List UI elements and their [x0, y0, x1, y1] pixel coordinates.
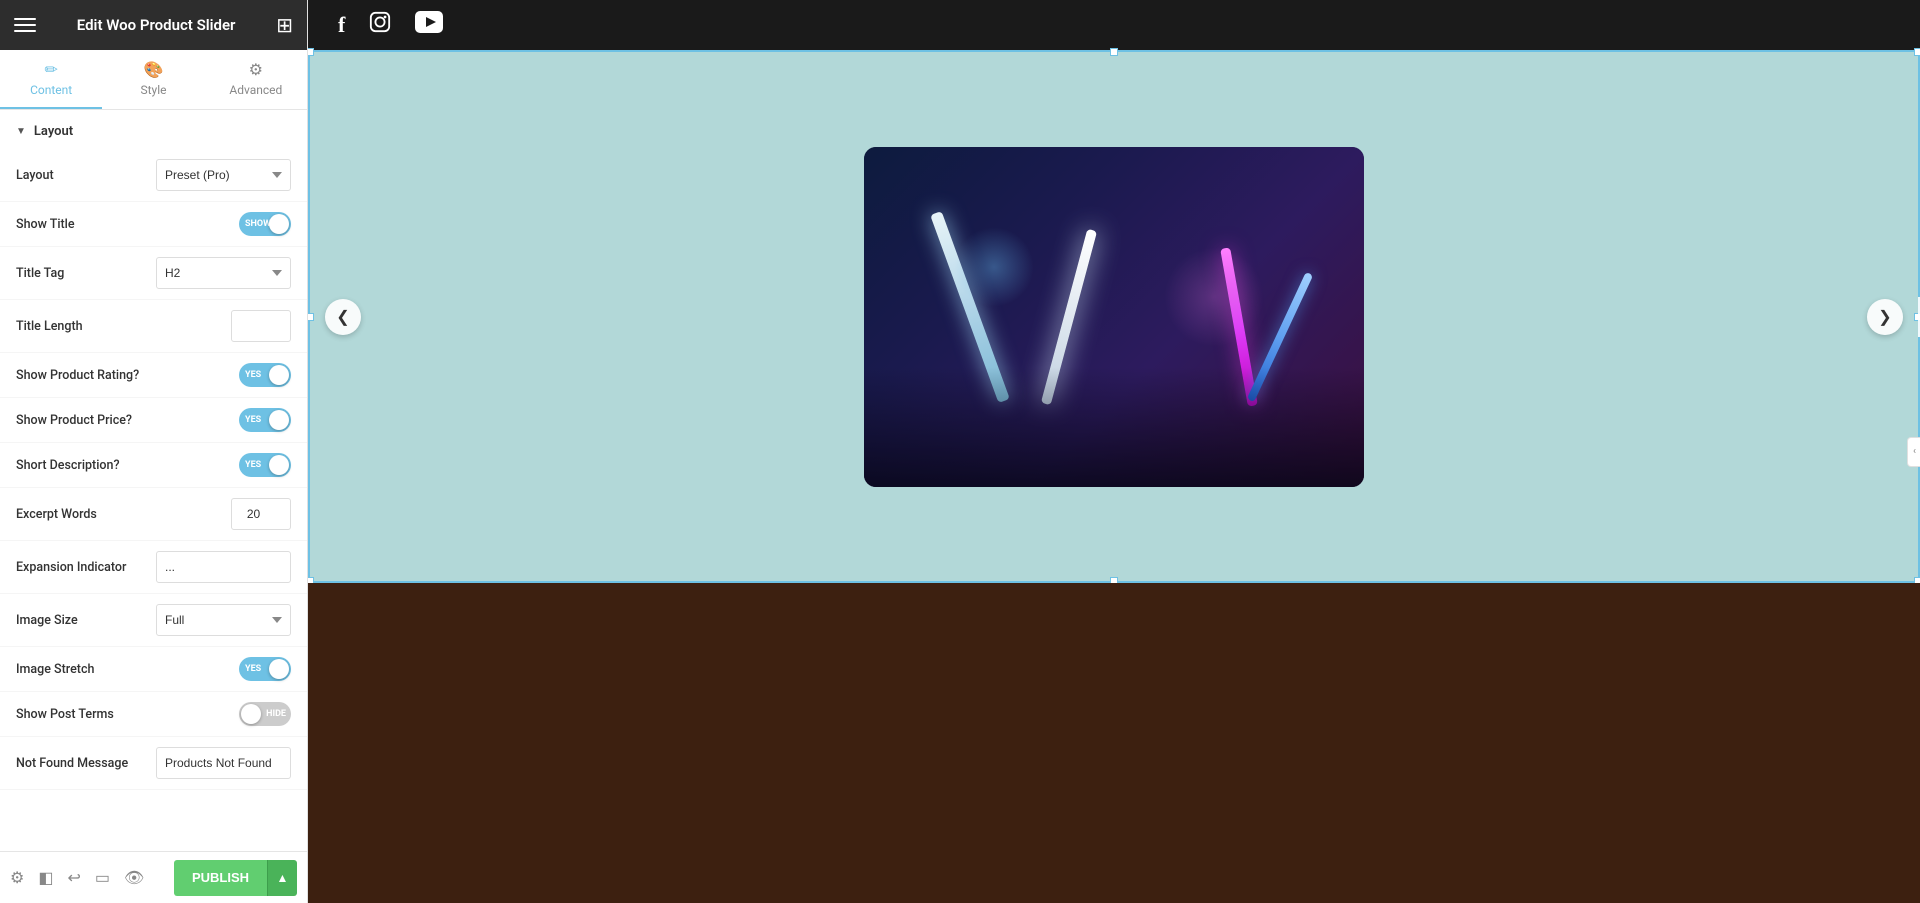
show-post-terms-knob [241, 704, 261, 724]
section-title: Layout [34, 124, 73, 139]
panel-header: Edit Woo Product Slider ⊞ [0, 0, 307, 50]
show-product-rating-toggle-label: YES [245, 370, 261, 380]
expansion-indicator-row: Expansion Indicator [0, 541, 307, 594]
selection-handle-tr[interactable] [1914, 48, 1920, 56]
layout-label: Layout [16, 168, 54, 183]
slide-nav-left[interactable]: ❮ [325, 299, 361, 335]
publish-button[interactable]: PUBLISH [174, 860, 267, 896]
bottom-icons-group: ⚙ ◧ ↩ ▭ 👁 [10, 868, 144, 887]
show-post-terms-label: Show Post Terms [16, 707, 114, 722]
tab-advanced-label: Advanced [229, 83, 282, 97]
show-title-toggle[interactable]: SHOW [239, 212, 291, 236]
excerpt-words-row: Excerpt Words [0, 488, 307, 541]
expansion-indicator-label: Expansion Indicator [16, 560, 126, 575]
instagram-icon[interactable] [369, 11, 391, 39]
image-overlay [864, 367, 1364, 487]
excerpt-words-label: Excerpt Words [16, 507, 97, 522]
tab-advanced[interactable]: ⚙ Advanced [205, 50, 307, 109]
title-length-input[interactable] [231, 310, 291, 342]
image-stretch-knob [269, 659, 289, 679]
image-stretch-toggle[interactable]: YES [239, 657, 291, 681]
panel-title: Edit Woo Product Slider [77, 16, 236, 34]
show-product-rating-label: Show Product Rating? [16, 368, 139, 383]
short-description-row: Short Description? YES [0, 443, 307, 488]
advanced-tab-icon: ⚙ [249, 60, 263, 79]
expansion-indicator-input[interactable] [156, 551, 291, 583]
publish-group: PUBLISH ▲ [174, 860, 297, 896]
image-stretch-row: Image Stretch YES [0, 647, 307, 692]
panel-bottom-bar: ⚙ ◧ ↩ ▭ 👁 PUBLISH ▲ [0, 851, 307, 903]
show-title-row: Show Title SHOW [0, 202, 307, 247]
short-description-toggle-label: YES [245, 460, 261, 470]
short-description-toggle[interactable]: YES [239, 453, 291, 477]
section-collapse-arrow: ▼ [16, 126, 26, 137]
title-tag-row: Title Tag H1 H2 H3 H4 H5 H6 [0, 247, 307, 300]
layout-section-header[interactable]: ▼ Layout [0, 110, 307, 149]
settings-icon[interactable]: ⚙ [10, 868, 24, 887]
tab-content[interactable]: ✏ Content [0, 50, 102, 109]
publish-dropdown-button[interactable]: ▲ [267, 860, 297, 896]
title-tag-select[interactable]: H1 H2 H3 H4 H5 H6 [156, 257, 291, 289]
not-found-message-input[interactable] [156, 747, 291, 779]
style-tab-icon: 🎨 [144, 60, 164, 79]
title-tag-label: Title Tag [16, 266, 64, 281]
show-title-toggle-knob [269, 214, 289, 234]
title-length-label: Title Length [16, 319, 83, 334]
layout-row: Layout Preset (Pro) Default Custom [0, 149, 307, 202]
product-image-container [864, 147, 1364, 487]
show-product-price-knob [269, 410, 289, 430]
content-area: ❮ ❯ ❯ [308, 50, 1920, 583]
show-post-terms-toggle-label: HIDE [266, 709, 286, 719]
show-product-rating-toggle[interactable]: YES [239, 363, 291, 387]
show-post-terms-toggle[interactable]: HIDE [239, 702, 291, 726]
glow-1 [954, 227, 1034, 307]
image-stretch-label: Image Stretch [16, 662, 94, 677]
eye-icon[interactable]: 👁 [124, 868, 144, 887]
hamburger-menu-icon[interactable] [14, 14, 36, 36]
selection-handle-tl[interactable] [308, 48, 314, 56]
image-size-row: Image Size Full Large Medium Thumbnail [0, 594, 307, 647]
show-product-price-row: Show Product Price? YES [0, 398, 307, 443]
tab-style-label: Style [140, 83, 166, 97]
short-description-knob [269, 455, 289, 475]
excerpt-words-input[interactable] [231, 498, 291, 530]
title-length-row: Title Length [0, 300, 307, 353]
layout-select[interactable]: Preset (Pro) Default Custom [156, 159, 291, 191]
facebook-icon[interactable]: f [338, 12, 345, 38]
not-found-message-row: Not Found Message [0, 737, 307, 790]
show-product-price-toggle-label: YES [245, 415, 261, 425]
youtube-icon[interactable] [415, 11, 443, 39]
image-size-label: Image Size [16, 613, 78, 628]
slide-nav-right[interactable]: ❯ [1867, 299, 1903, 335]
image-size-select[interactable]: Full Large Medium Thumbnail [156, 604, 291, 636]
panel-collapse-handle[interactable]: ‹ [1907, 437, 1920, 467]
layers-icon[interactable]: ◧ [38, 868, 53, 887]
selection-handle-tm[interactable] [1110, 48, 1118, 56]
glow-2 [1164, 247, 1264, 347]
not-found-message-label: Not Found Message [16, 756, 128, 771]
template-icon[interactable]: ▭ [95, 868, 110, 887]
show-product-price-label: Show Product Price? [16, 413, 132, 428]
dark-bottom-section [308, 583, 1920, 903]
left-panel: Edit Woo Product Slider ⊞ ✏ Content 🎨 St… [0, 0, 308, 903]
selection-handle-ml[interactable] [308, 313, 314, 321]
panel-tabs: ✏ Content 🎨 Style ⚙ Advanced [0, 50, 307, 110]
product-image [864, 147, 1364, 487]
show-product-rating-row: Show Product Rating? YES [0, 353, 307, 398]
grid-icon[interactable]: ⊞ [276, 13, 293, 37]
content-tab-icon: ✏ [44, 60, 57, 79]
image-stretch-toggle-label: YES [245, 664, 261, 674]
panel-content: ▼ Layout Layout Preset (Pro) Default Cus… [0, 110, 307, 851]
show-title-label: Show Title [16, 217, 75, 232]
show-product-price-toggle[interactable]: YES [239, 408, 291, 432]
show-post-terms-row: Show Post Terms HIDE [0, 692, 307, 737]
short-description-label: Short Description? [16, 458, 120, 473]
social-bar: f [308, 0, 1920, 50]
undo-icon[interactable]: ↩ [67, 868, 80, 887]
tab-style[interactable]: 🎨 Style [102, 50, 204, 109]
show-title-toggle-label: SHOW [245, 219, 271, 229]
show-product-rating-knob [269, 365, 289, 385]
tab-content-label: Content [30, 83, 72, 97]
right-canvas: f ❮ [308, 0, 1920, 903]
